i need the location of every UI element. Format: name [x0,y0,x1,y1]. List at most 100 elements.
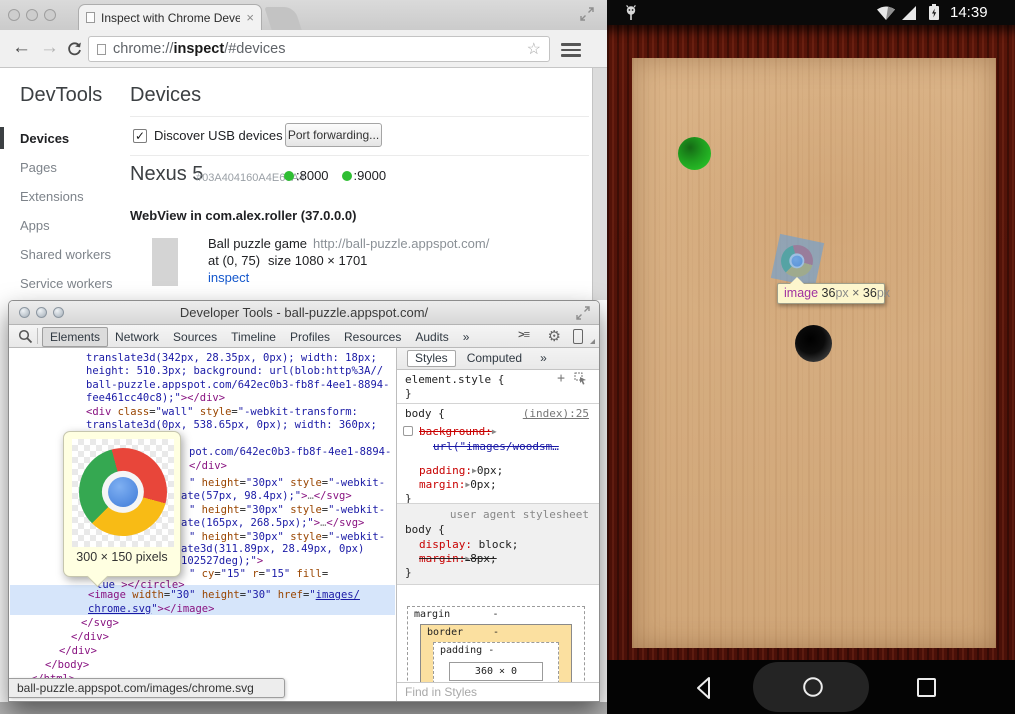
back-button[interactable]: ← [12,37,31,59]
code-line[interactable]: ball-puzzle.appspot.com/642ec0b3-fb8f-4e… [86,379,389,392]
code-line[interactable]: fee461cc40c8);"></div> [86,392,225,405]
divider [130,155,589,156]
sidebar-item-extensions[interactable]: Extensions [0,182,120,211]
tab-title: Inspect with Chrome Devel [101,11,240,25]
sidebar-item-service-workers[interactable]: Service workers [0,269,120,298]
element-info-tooltip: image 36px × 36px [777,283,885,304]
code-token: translate3d(342px, 28.35px, 0px); width:… [86,352,377,364]
sidebar-item-devices[interactable]: Devices [0,124,120,153]
sidebar-item-pages[interactable]: Pages [0,153,120,182]
styles-tab-computed[interactable]: Computed [460,351,529,366]
css-property-padding[interactable]: padding:▶0px; [419,464,503,477]
port-badge: :9000 [342,168,387,183]
code-token: <div [86,406,118,418]
code-line[interactable]: <image width="30" height="30" href="imag… [88,589,360,602]
code-line[interactable]: chrome.svg"></image> [88,603,214,616]
code-line[interactable]: </div> [189,460,227,473]
code-token: href [278,589,303,601]
expand-window-icon[interactable] [579,6,595,22]
url-bar[interactable]: chrome://inspect/#devices ☆ [88,36,550,62]
box-model-padding[interactable]: padding - 360 × 0 [433,642,559,684]
resource-link[interactable]: images/ [316,589,360,601]
forward-button[interactable]: → [40,37,59,59]
css-value-background[interactable]: url("images/woodsm… [433,440,559,453]
code-line[interactable]: translate3d(342px, 28.35px, 0px); width:… [86,352,377,365]
discover-usb-checkbox[interactable]: ✓ [133,129,147,143]
new-tab-button[interactable] [264,7,301,30]
code-line[interactable]: ate(57px, 98.4px);">…</svg> [181,490,352,503]
code-line[interactable]: ate(165px, 268.5px);">…</svg> [181,517,364,530]
browser-tab[interactable]: Inspect with Chrome Devel × [78,4,262,30]
code-line[interactable]: </div> [71,631,109,644]
code-line[interactable]: height: 510.3px; background: url(blob:ht… [86,365,383,378]
bookmark-star-icon[interactable]: ☆ [527,39,541,59]
code-token: </svg> [314,490,352,502]
body-rule-selector[interactable]: body { [405,407,445,420]
code-line[interactable]: pot.com/642ec0b3-fb8f-4ee1-8894- [189,446,391,459]
resource-link[interactable]: chrome.svg [88,603,151,615]
code-line[interactable]: </body> [45,659,89,672]
pick-element-icon[interactable] [574,372,587,385]
window-close-button[interactable] [8,9,20,21]
menu-icon[interactable] [561,43,581,60]
recents-button[interactable] [915,676,939,700]
css-property-margin-overridden[interactable]: margin:▶8px; [419,552,497,565]
reload-button[interactable] [66,41,83,58]
code-line[interactable]: <div class="wall" style="-webkit-transfo… [86,406,358,419]
port-forwarding-button[interactable]: Port forwarding... [285,123,382,147]
code-token: cy [202,568,215,580]
box-model-margin[interactable]: margin - border - padding - 360 × 0 [407,606,585,684]
code-token: width [132,589,164,601]
android-nav-bar [607,660,1015,714]
code-token: "30px" [246,531,284,543]
css-property-background[interactable]: background:▶ [419,425,497,438]
code-token: = [322,568,328,580]
browser-tabstrip: Inspect with Chrome Devel × [0,0,607,30]
code-line[interactable]: </svg> [81,617,119,630]
sidebar-item-shared-workers[interactable]: Shared workers [0,240,120,269]
box-model-border[interactable]: border - padding - 360 × 0 [420,624,572,684]
code-token: </div> [189,460,227,472]
code-token: </svg> [81,617,119,629]
new-style-rule-icon[interactable]: + [557,372,565,385]
code-token: style [290,531,322,543]
code-token: 102527deg);" [181,555,257,567]
styles-tab-more[interactable]: » [533,351,554,366]
stylesheet-source-link[interactable]: (index):25 [523,407,589,420]
code-token: height [202,477,240,489]
code-token: fill [297,568,322,580]
element-style-selector[interactable]: element.style { [405,373,504,386]
sidebar-item-apps[interactable]: Apps [0,211,120,240]
scrollbar[interactable] [592,68,607,300]
clock: 14:39 [950,4,988,21]
box-model-diagram: margin - border - padding - 360 × 0 [407,604,585,684]
box-model-content[interactable]: 360 × 0 [449,662,543,681]
inspect-link[interactable]: inspect [208,270,249,285]
divider [130,116,589,117]
code-line[interactable]: " height="30px" style="-webkit- [189,504,385,517]
green-ball[interactable] [678,137,711,170]
window-minimize-button[interactable] [26,9,38,21]
find-styles-input[interactable]: Find in Styles [397,682,599,701]
page-title: Devices [130,84,201,107]
code-line[interactable]: " cy="15" r="15" fill= [189,568,328,581]
code-line[interactable]: 102527deg);"> [181,555,263,568]
tab-close-icon[interactable]: × [246,12,254,24]
code-token: "wall" [156,406,194,418]
code-line[interactable]: " height="30px" style="-webkit- [189,477,385,490]
css-property-display[interactable]: display: block; [419,538,518,551]
property-enable-checkbox[interactable] [403,426,413,436]
code-token: " [189,568,202,580]
code-token: "30px" [246,504,284,516]
css-property-margin[interactable]: margin:▶0px; [419,478,497,491]
code-token: > [257,555,263,567]
styles-tab-styles[interactable]: Styles [407,350,456,367]
code-line[interactable]: </div> [59,645,97,658]
back-button[interactable] [692,675,718,701]
device-name: Nexus 5 [130,163,203,186]
window-zoom-button[interactable] [44,9,56,21]
home-button[interactable] [801,675,825,699]
body-rule-selector[interactable]: body { [405,523,445,536]
code-token: translate3d(0px, 538.65px, 0px); width: … [86,419,377,431]
page-name: Ball puzzle game [208,236,307,251]
